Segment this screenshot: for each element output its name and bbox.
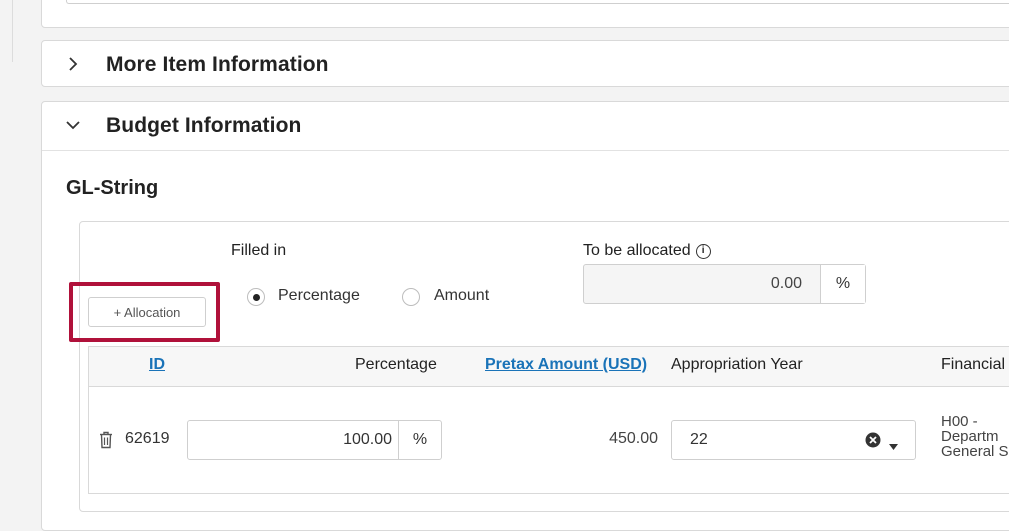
appropriation-year-value: 22 <box>690 431 708 448</box>
to-be-allocated-value: 0.00 <box>770 275 802 292</box>
gl-string-title: GL-String <box>66 177 159 199</box>
percent-suffix: % <box>820 265 865 303</box>
amount-radio[interactable] <box>402 288 420 306</box>
section-divider <box>42 150 1009 151</box>
row-id: 62619 <box>125 430 170 447</box>
info-icon[interactable]: i <box>695 243 711 259</box>
percentage-radio[interactable] <box>247 288 265 306</box>
clear-icon[interactable] <box>865 432 881 448</box>
to-be-allocated-label: To be allocated i <box>583 242 711 260</box>
left-strip <box>0 0 18 519</box>
column-header-percentage: Percentage <box>355 356 437 373</box>
left-strip-line <box>12 0 13 62</box>
chevron-down-icon[interactable] <box>65 117 81 133</box>
percentage-input[interactable]: 100.00 % <box>187 420 442 460</box>
pretax-amount-value: 450.00 <box>609 430 658 447</box>
amount-radio-label[interactable]: Amount <box>434 287 489 305</box>
section-title-more-item-information: More Item Information <box>106 53 329 76</box>
financial-cell: H00 - Departm General S <box>941 414 1009 459</box>
previous-section-inner <box>66 0 1009 4</box>
filled-in-label: Filled in <box>231 242 287 259</box>
allocation-table: ID Percentage Pretax Amount (USD) Approp… <box>88 346 1009 494</box>
to-be-allocated-field: 0.00 % <box>583 264 866 304</box>
budget-information-section: Budget Information GL-String Filled in P… <box>41 101 1009 531</box>
gl-string-panel: Filled in Percentage Amount To be alloca… <box>69 221 1009 512</box>
radio-selected-dot <box>253 294 260 301</box>
financial-line-3: General S <box>941 443 1009 460</box>
column-header-pretax-amount[interactable]: Pretax Amount (USD) <box>485 356 647 374</box>
percentage-value[interactable]: 100.00 <box>188 421 398 459</box>
more-item-information-section: More Item Information <box>41 40 1009 87</box>
trash-icon[interactable] <box>99 431 113 449</box>
table-header-row: ID Percentage Pretax Amount (USD) Approp… <box>89 347 1009 387</box>
highlight-box <box>69 282 220 342</box>
column-header-id[interactable]: ID <box>149 356 165 374</box>
column-header-appropriation-year: Appropriation Year <box>671 356 803 373</box>
column-header-financial: Financial <box>941 356 1006 373</box>
to-be-allocated-text: To be allocated <box>583 242 691 259</box>
section-title-budget-information: Budget Information <box>106 114 302 137</box>
percent-suffix: % <box>398 421 441 459</box>
caret-down-icon[interactable] <box>889 437 898 450</box>
appropriation-year-select[interactable]: 22 <box>671 420 916 460</box>
chevron-right-icon[interactable] <box>65 56 81 72</box>
previous-section-card <box>41 0 1009 28</box>
percentage-radio-label[interactable]: Percentage <box>278 287 360 305</box>
budget-information-header[interactable]: Budget Information <box>42 102 1009 149</box>
more-item-information-header[interactable]: More Item Information <box>42 41 1009 88</box>
